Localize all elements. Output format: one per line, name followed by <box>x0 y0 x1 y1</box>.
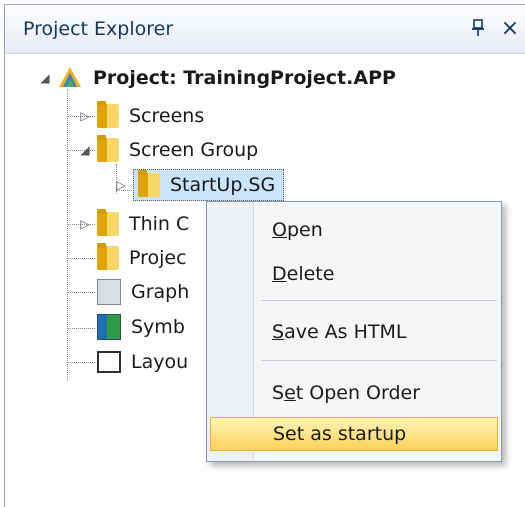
menu-item-label: ave As HTML <box>284 321 407 343</box>
menu-item-mnemonic: S <box>272 321 285 343</box>
folder-icon <box>97 135 119 162</box>
tree-item-screen-group[interactable]: ◢ Screen Group <box>77 133 258 167</box>
menu-item-save-as-html[interactable]: Save As HTML <box>210 315 498 349</box>
tree-connector <box>67 362 95 363</box>
panel-title: Project Explorer <box>23 18 174 40</box>
tree-connector <box>67 89 68 381</box>
project-label: Project: TrainingProject.APP <box>93 67 396 89</box>
tree-connector <box>67 292 95 293</box>
tree-item-label: Graph <box>131 281 190 303</box>
selected-item[interactable]: StartUp.SG <box>133 169 285 201</box>
menu-item-label: t Open Order <box>295 382 421 404</box>
menu-item-label: pen <box>286 219 323 241</box>
layout-icon <box>97 351 121 373</box>
graphics-icon <box>97 279 121 305</box>
menu-separator <box>261 300 497 301</box>
expand-icon[interactable]: ▷ <box>113 177 129 193</box>
tree-item-layout[interactable]: Layou <box>97 345 188 379</box>
project-glyph <box>59 67 81 87</box>
close-icon[interactable]: × <box>495 13 525 43</box>
menu-item-label: elete <box>286 263 335 285</box>
expand-icon[interactable]: ▷ <box>77 108 93 124</box>
menu-item-open[interactable]: Open <box>210 213 498 247</box>
pin-icon[interactable] <box>463 13 493 43</box>
collapse-icon[interactable]: ◢ <box>77 142 93 158</box>
menu-item-set-as-startup[interactable]: Set as startup <box>210 417 498 451</box>
menu-item-mnemonic: e <box>284 382 296 404</box>
menu-item-mnemonic: O <box>272 219 287 241</box>
tree-item-label: StartUp.SG <box>170 174 276 196</box>
collapse-icon[interactable]: ◢ <box>37 70 53 86</box>
context-menu: Open Delete Save As HTML Set Open Order … <box>206 201 502 462</box>
tree-item-symbols[interactable]: Symb <box>97 310 185 344</box>
expand-icon[interactable]: ▷ <box>77 216 93 232</box>
menu-item-label: Set as startup <box>273 423 407 445</box>
tree-item-label: Projec <box>129 247 187 269</box>
tree-item-label: Symb <box>131 316 185 338</box>
menu-item-set-open-order[interactable]: Set Open Order <box>210 376 498 410</box>
tree-item-label: Screens <box>129 105 205 127</box>
symbols-icon <box>97 314 121 340</box>
folder-icon <box>138 170 160 197</box>
tree-item-startup-sg[interactable]: ▷ StartUp.SG <box>113 168 285 202</box>
tree-item-project[interactable]: ◢ Project: TrainingProject.APP <box>37 61 396 95</box>
tree-item-label: Screen Group <box>129 139 259 161</box>
tree-item-graphics[interactable]: Graph <box>97 275 189 309</box>
menu-separator <box>261 360 497 361</box>
tree-item-label: Thin C <box>129 213 190 235</box>
menu-item-label-pre: S <box>272 382 285 404</box>
tree-item-project-files[interactable]: Projec <box>97 241 187 275</box>
menu-item-delete[interactable]: Delete <box>210 257 498 291</box>
folder-icon <box>97 209 119 236</box>
folder-icon <box>97 101 119 128</box>
menu-item-mnemonic: D <box>272 263 287 285</box>
project-icon <box>57 65 83 91</box>
tree-item-label: Layou <box>131 351 189 373</box>
tree-item-thin-clients[interactable]: ▷ Thin C <box>77 207 189 241</box>
tree-connector <box>67 328 95 329</box>
tree-connector <box>67 258 95 259</box>
panel-titlebar: Project Explorer × <box>5 5 525 54</box>
tree-item-screens[interactable]: ▷ Screens <box>77 99 204 133</box>
folder-icon <box>97 243 119 270</box>
pin-glyph <box>472 19 484 36</box>
